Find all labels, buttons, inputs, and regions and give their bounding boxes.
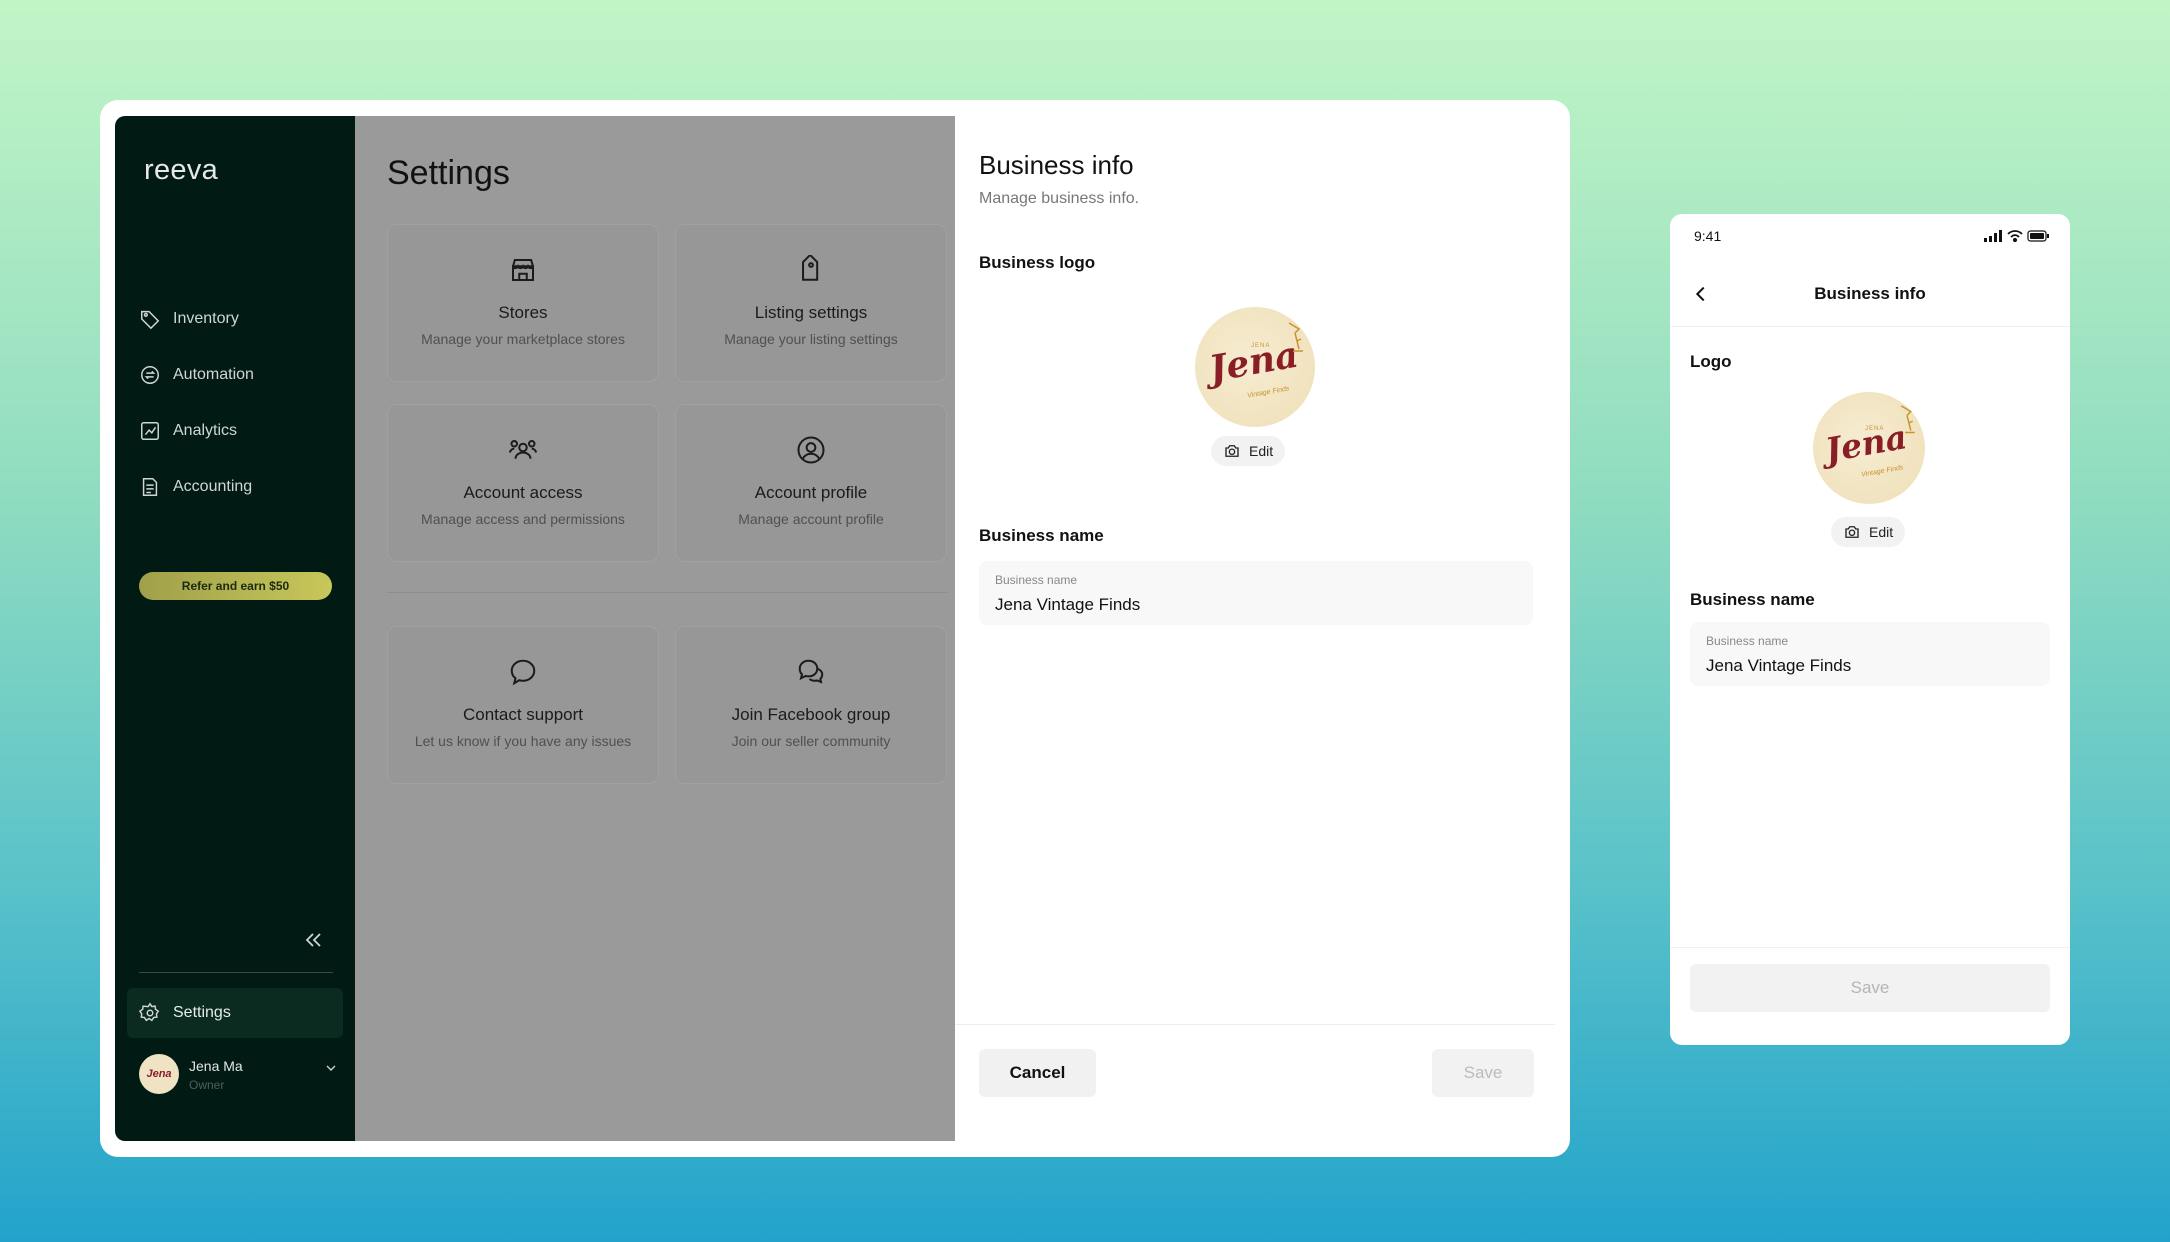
- edit-logo-button[interactable]: Edit: [1211, 436, 1286, 466]
- business-logo-label: Business logo: [979, 253, 1096, 272]
- battery-icon: [2027, 230, 2049, 242]
- section-divider: [387, 592, 947, 593]
- sidebar-item-inventory[interactable]: Inventory: [139, 299, 339, 339]
- user-name: Jena Ma: [189, 1058, 243, 1074]
- business-name-field[interactable]: Business name Jena Vintage Finds: [1690, 622, 2050, 686]
- card-subtitle: Manage account profile: [738, 511, 884, 527]
- wifi-icon: [2007, 230, 2023, 243]
- tag-icon: [141, 310, 160, 330]
- panel-subtitle: Manage business info.: [979, 190, 1140, 207]
- save-button[interactable]: Save: [1690, 964, 2050, 1012]
- business-info-panel: Business info Manage business info. Busi…: [955, 116, 1555, 1141]
- settings-card-stores[interactable]: Stores Manage your marketplace stores: [387, 224, 659, 382]
- card-title: Contact support: [462, 705, 583, 724]
- sidebar-item-automation[interactable]: Automation: [139, 355, 339, 395]
- mobile-page-title: Business info: [1814, 284, 1926, 303]
- panel-title: Business info: [979, 150, 1134, 180]
- status-time: 9:41: [1694, 228, 1722, 244]
- card-title: Account profile: [754, 483, 868, 502]
- page-title: Settings: [387, 154, 510, 192]
- settings-card-listing[interactable]: Listing settings Manage your listing set…: [675, 224, 947, 382]
- mobile-screen: 9:41 Business info Logo JENA Jena Vintag…: [1670, 214, 2070, 1045]
- business-name-label: Business name: [1690, 590, 1815, 609]
- card-title: Listing settings: [754, 303, 868, 322]
- chat-bubble-icon: [510, 659, 536, 686]
- lamp-icon: [1900, 405, 1915, 434]
- sidebar-item-label: Automation: [173, 366, 254, 383]
- brand-logo[interactable]: reeva: [144, 154, 218, 187]
- sidebar-divider: [139, 972, 333, 973]
- user-menu[interactable]: Jena Jena Ma Owner: [139, 1054, 339, 1098]
- automation-icon: [141, 366, 159, 384]
- card-subtitle: Manage access and permissions: [421, 511, 625, 527]
- users-icon: [508, 440, 538, 459]
- card-title: Stores: [498, 303, 548, 322]
- settings-card-account-profile[interactable]: Account profile Manage account profile: [675, 404, 947, 562]
- business-logo: JENA Jena Vintage Finds: [1813, 392, 1925, 504]
- card-subtitle: Manage your listing settings: [724, 331, 898, 347]
- signal-icon: [1984, 230, 2002, 242]
- field-label: Business name: [1706, 634, 1789, 648]
- camera-icon: [1225, 445, 1239, 457]
- gear-icon: [139, 1002, 160, 1022]
- logo-label: Logo: [1690, 352, 1732, 371]
- analytics-icon: [141, 422, 159, 440]
- field-label: Business name: [995, 573, 1078, 587]
- card-subtitle: Manage your marketplace stores: [421, 331, 625, 347]
- chat-group-icon: [798, 659, 824, 684]
- tag-icon: [802, 255, 819, 281]
- cancel-button[interactable]: Cancel: [979, 1049, 1096, 1097]
- sidebar-item-label: Inventory: [173, 310, 239, 327]
- app-frame: reeva Inventory Automation Analytics Acc…: [115, 116, 1555, 1141]
- business-name-label: Business name: [979, 526, 1104, 545]
- field-value: Jena Vintage Finds: [1706, 656, 1852, 675]
- sidebar-item-label: Accounting: [173, 478, 253, 495]
- settings-card-account-access[interactable]: Account access Manage access and permiss…: [387, 404, 659, 562]
- avatar-logo-text: Jena: [146, 1068, 172, 1080]
- logo-sub-text: Vintage Finds: [1860, 464, 1904, 479]
- sidebar-item-label: Settings: [173, 1004, 231, 1021]
- card-subtitle: Let us know if you have any issues: [414, 733, 632, 749]
- card-subtitle: Join our seller community: [731, 733, 891, 749]
- refer-button[interactable]: Refer and earn $50: [139, 572, 332, 600]
- sidebar: reeva Inventory Automation Analytics Acc…: [115, 116, 355, 1141]
- user-circle-icon: [797, 436, 825, 464]
- camera-icon: [1845, 526, 1859, 538]
- chevron-down-icon[interactable]: [323, 1060, 339, 1076]
- card-title: Account access: [463, 483, 583, 502]
- store-icon: [512, 259, 534, 281]
- user-role: Owner: [189, 1078, 225, 1092]
- field-value: Jena Vintage Finds: [995, 595, 1141, 614]
- business-name-field[interactable]: Business name Jena Vintage Finds: [979, 561, 1533, 625]
- desktop-window: reeva Inventory Automation Analytics Acc…: [100, 100, 1570, 1157]
- sidebar-item-settings[interactable]: Settings: [127, 988, 343, 1038]
- edit-logo-button[interactable]: Edit: [1831, 517, 1906, 547]
- logo-script-text: Jena: [1822, 417, 1910, 470]
- sidebar-item-label: Analytics: [173, 422, 238, 439]
- footer-divider: [955, 1024, 1555, 1025]
- save-button[interactable]: Save: [1432, 1049, 1534, 1097]
- settings-pane: Settings Stores Manage your marketplace …: [355, 116, 955, 1141]
- lamp-icon: [1288, 322, 1303, 352]
- document-icon: [142, 478, 158, 496]
- sidebar-item-accounting[interactable]: Accounting: [139, 467, 339, 507]
- sidebar-item-analytics[interactable]: Analytics: [139, 411, 339, 451]
- settings-card-facebook-group[interactable]: Join Facebook group Join our seller comm…: [675, 626, 947, 784]
- settings-card-contact-support[interactable]: Contact support Let us know if you have …: [387, 626, 659, 784]
- avatar: Jena: [139, 1054, 179, 1094]
- business-logo: JENA Jena Vintage Finds: [1195, 307, 1315, 427]
- card-title: Join Facebook group: [731, 705, 891, 724]
- edit-label: Edit: [1869, 524, 1894, 540]
- header-divider: [1670, 326, 2070, 327]
- logo-sub-text: Vintage Finds: [1246, 385, 1290, 400]
- collapse-sidebar-icon[interactable]: [301, 928, 325, 952]
- footer-divider: [1670, 947, 2070, 948]
- status-icons: [1984, 230, 2049, 243]
- edit-label: Edit: [1249, 443, 1274, 459]
